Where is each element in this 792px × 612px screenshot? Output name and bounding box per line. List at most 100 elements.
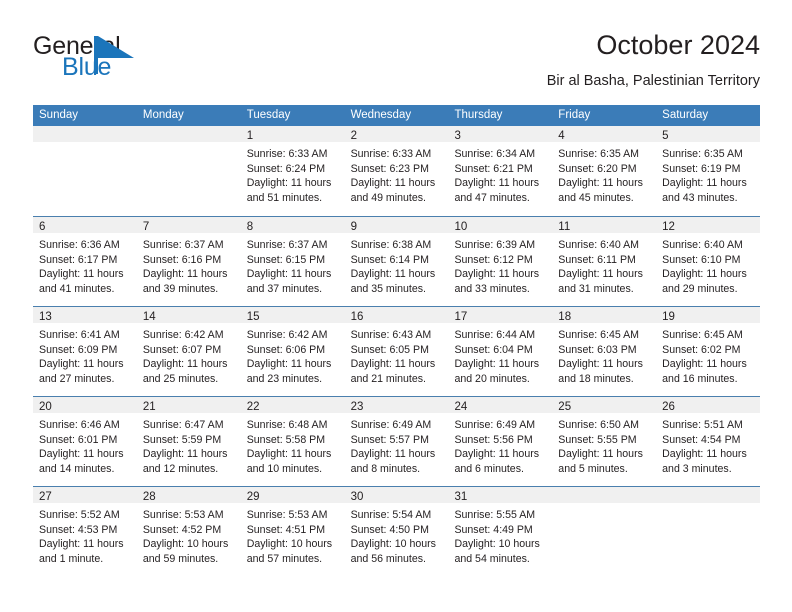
- calendar-day-cell[interactable]: 2 Sunrise: 6:33 AM Sunset: 6:23 PM Daylight…: [344, 126, 449, 216]
- calendar-day-cell[interactable]: 13 Sunrise: 6:41 AM Sunset: 6:09 PM Dayligh…: [33, 307, 137, 396]
- day-number: 2: [350, 130, 357, 142]
- calendar-day-cell[interactable]: 31 Sunrise: 5:55 AM Sunset: 4:49 PM Dayligh…: [448, 487, 553, 576]
- calendar-day-cell[interactable]: 14 Sunrise: 6:42 AM Sunset: 6:07 PM Dayligh…: [136, 307, 241, 396]
- calendar-day-cell[interactable]: 15 Sunrise: 6:42 AM Sunset: 6:06 PM Dayligh…: [240, 307, 345, 396]
- day-number: 10: [454, 221, 468, 233]
- sunset-time: Sunset: 5:59 PM: [142, 433, 222, 446]
- day-number-band: 2: [344, 126, 449, 142]
- day-number: 6: [39, 221, 46, 233]
- sunrise-time: Sunrise: 6:34 AM: [454, 148, 536, 160]
- calendar-day-cell[interactable]: 22 Sunrise: 6:48 AM Sunset: 5:58 PM Dayligh…: [240, 397, 345, 486]
- day-number: 14: [142, 311, 156, 323]
- calendar-day-cell[interactable]: 12 Sunrise: 6:40 AM Sunset: 6:10 PM Dayligh…: [656, 217, 761, 306]
- day-details: Sunrise: 6:42 AM Sunset: 6:06 PM Daylight:…: [241, 323, 345, 386]
- calendar-day-cell[interactable]: 25 Sunrise: 6:50 AM Sunset: 5:55 PM Dayligh…: [552, 397, 657, 486]
- calendar-day-cell[interactable]: 23 Sunrise: 6:49 AM Sunset: 5:57 PM Dayligh…: [344, 397, 449, 486]
- day-details: Sunrise: 6:37 AM Sunset: 6:15 PM Daylight:…: [241, 233, 345, 296]
- day-details: Sunrise: 5:53 AM Sunset: 4:52 PM Daylight:…: [137, 503, 241, 566]
- calendar-day-cell[interactable]: 27 Sunrise: 5:52 AM Sunset: 4:53 PM Dayligh…: [33, 487, 137, 576]
- sunrise-time: Sunrise: 6:41 AM: [39, 329, 120, 341]
- day-number: 3: [454, 130, 461, 142]
- daylight-duration-line2: and 20 minutes.: [454, 372, 530, 385]
- daylight-duration-line1: Daylight: 11 hours: [662, 177, 747, 190]
- daylight-duration-line1: Daylight: 11 hours: [454, 268, 540, 281]
- daylight-duration-line2: and 18 minutes.: [558, 372, 634, 385]
- sunset-time: Sunset: 6:05 PM: [350, 343, 429, 356]
- calendar-day-cell[interactable]: 26 Sunrise: 5:51 AM Sunset: 4:54 PM Dayligh…: [656, 397, 761, 486]
- calendar-day-cell[interactable]: 4 Sunrise: 6:35 AM Sunset: 6:20 PM Daylight…: [552, 126, 657, 216]
- daylight-duration-line2: and 59 minutes.: [142, 552, 219, 565]
- day-number-band: 13: [33, 307, 137, 323]
- calendar-day-cell[interactable]: 18 Sunrise: 6:45 AM Sunset: 6:03 PM Dayligh…: [552, 307, 657, 396]
- sunrise-time: Sunrise: 6:40 AM: [558, 239, 639, 251]
- calendar-day-cell[interactable]: 1 Sunrise: 6:33 AM Sunset: 6:24 PM Daylight…: [240, 126, 345, 216]
- day-details: Sunrise: 6:39 AM Sunset: 6:12 PM Daylight:…: [448, 233, 552, 296]
- day-details: Sunrise: 5:52 AM Sunset: 4:53 PM Daylight:…: [33, 503, 137, 566]
- sunrise-time: Sunrise: 6:36 AM: [39, 239, 120, 251]
- day-number: 27: [39, 491, 52, 503]
- calendar-day-cell[interactable]: 16 Sunrise: 6:43 AM Sunset: 6:05 PM Dayligh…: [344, 307, 449, 396]
- day-number: 25: [558, 401, 572, 413]
- day-number-band: 3: [448, 126, 553, 142]
- sunrise-time: Sunrise: 6:42 AM: [246, 329, 328, 341]
- daylight-duration-line2: and 51 minutes.: [246, 191, 323, 204]
- calendar-day-cell[interactable]: 19 Sunrise: 6:45 AM Sunset: 6:02 PM Dayligh…: [656, 307, 761, 396]
- sunrise-time: Sunrise: 6:35 AM: [662, 148, 743, 160]
- calendar-day-cell[interactable]: 7 Sunrise: 6:37 AM Sunset: 6:16 PM Daylight…: [136, 217, 241, 306]
- daylight-duration-line1: Daylight: 10 hours: [454, 538, 540, 551]
- sunrise-time: Sunrise: 6:42 AM: [142, 329, 224, 341]
- daylight-duration-line1: Daylight: 11 hours: [142, 268, 228, 281]
- day-details: Sunrise: 6:33 AM Sunset: 6:23 PM Daylight:…: [345, 142, 449, 205]
- calendar-day-cell[interactable]: 11 Sunrise: 6:40 AM Sunset: 6:11 PM Dayligh…: [552, 217, 657, 306]
- daylight-duration-line1: Daylight: 11 hours: [454, 177, 540, 190]
- calendar-day-cell[interactable]: 28 Sunrise: 5:53 AM Sunset: 4:52 PM Dayligh…: [136, 487, 241, 576]
- daylight-duration-line2: and 57 minutes.: [246, 552, 323, 565]
- sunset-time: Sunset: 6:15 PM: [246, 253, 326, 266]
- calendar-day-cell[interactable]: 10 Sunrise: 6:39 AM Sunset: 6:12 PM Dayligh…: [448, 217, 553, 306]
- sunset-time: Sunset: 5:57 PM: [350, 433, 429, 446]
- calendar-week-row: 13 Sunrise: 6:41 AM Sunset: 6:09 PM Dayligh…: [33, 306, 761, 396]
- day-number: 28: [142, 491, 156, 503]
- day-number-band: 22: [240, 397, 345, 413]
- calendar-day-cell[interactable]: 21 Sunrise: 6:47 AM Sunset: 5:59 PM Dayligh…: [136, 397, 241, 486]
- calendar-day-cell[interactable]: 17 Sunrise: 6:44 AM Sunset: 6:04 PM Dayligh…: [448, 307, 553, 396]
- day-details: Sunrise: 6:36 AM Sunset: 6:17 PM Daylight:…: [33, 233, 137, 296]
- sunset-time: Sunset: 6:07 PM: [142, 343, 222, 356]
- day-details: Sunrise: 5:54 AM Sunset: 4:50 PM Daylight:…: [345, 503, 449, 566]
- day-number-band: 25: [552, 397, 657, 413]
- calendar-day-cell[interactable]: 6 Sunrise: 6:36 AM Sunset: 6:17 PM Daylight…: [33, 217, 137, 306]
- calendar-day-cell[interactable]: 30 Sunrise: 5:54 AM Sunset: 4:50 PM Dayligh…: [344, 487, 449, 576]
- calendar-day-cell[interactable]: 29 Sunrise: 5:53 AM Sunset: 4:51 PM Dayligh…: [240, 487, 345, 576]
- brand-logo[interactable]: General Blue: [33, 32, 253, 88]
- daylight-duration-line1: Daylight: 11 hours: [558, 358, 643, 371]
- day-number: 26: [662, 401, 675, 413]
- daylight-duration-line2: and 8 minutes.: [350, 462, 421, 475]
- sunrise-time: Sunrise: 6:37 AM: [246, 239, 328, 251]
- sunset-time: Sunset: 6:16 PM: [142, 253, 222, 266]
- brand-name-blue: Blue: [62, 53, 112, 81]
- weekday-header-wednesday: Wednesday: [350, 109, 412, 121]
- daylight-duration-line2: and 10 minutes.: [246, 462, 323, 475]
- day-number: 23: [350, 401, 364, 413]
- day-details: Sunrise: 5:55 AM Sunset: 4:49 PM Daylight:…: [448, 503, 552, 566]
- weekday-header-saturday: Saturday: [662, 109, 709, 121]
- daylight-duration-line2: and 5 minutes.: [558, 462, 628, 475]
- day-number: 8: [246, 221, 254, 233]
- sunrise-time: Sunrise: 6:40 AM: [662, 239, 743, 251]
- calendar-day-cell[interactable]: 20 Sunrise: 6:46 AM Sunset: 6:01 PM Dayligh…: [33, 397, 137, 486]
- calendar-day-cell[interactable]: 24 Sunrise: 6:49 AM Sunset: 5:56 PM Dayligh…: [448, 397, 553, 486]
- day-number: 13: [39, 311, 52, 323]
- sunset-time: Sunset: 4:50 PM: [350, 523, 429, 536]
- calendar-day-cell[interactable]: 8 Sunrise: 6:37 AM Sunset: 6:15 PM Daylight…: [240, 217, 345, 306]
- day-number: 4: [558, 130, 565, 142]
- daylight-duration-line2: and 54 minutes.: [454, 552, 530, 565]
- calendar-day-cell[interactable]: 3 Sunrise: 6:34 AM Sunset: 6:21 PM Daylight…: [448, 126, 553, 216]
- day-details: Sunrise: 6:50 AM Sunset: 5:55 PM Daylight:…: [552, 413, 656, 476]
- day-number-band: 12: [656, 217, 761, 233]
- calendar-day-cell[interactable]: 5 Sunrise: 6:35 AM Sunset: 6:19 PM Daylight…: [656, 126, 761, 216]
- calendar-day-cell-empty: [33, 126, 137, 216]
- sunset-time: Sunset: 5:56 PM: [454, 433, 533, 446]
- weekday-header-friday: Friday: [558, 109, 591, 121]
- sunrise-time: Sunrise: 6:38 AM: [350, 239, 432, 251]
- calendar-day-cell[interactable]: 9 Sunrise: 6:38 AM Sunset: 6:14 PM Daylight…: [344, 217, 449, 306]
